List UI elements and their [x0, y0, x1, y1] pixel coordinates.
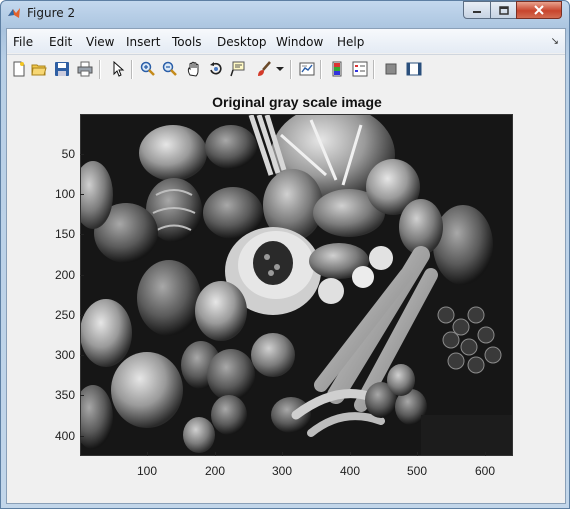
minimize-button[interactable] — [463, 1, 491, 19]
menu-edit[interactable]: Edit — [49, 35, 72, 49]
y-tick-label: 350 — [54, 388, 75, 402]
x-tick-label: 600 — [474, 464, 496, 478]
show-plot-tools-icon — [406, 62, 422, 76]
menu-view[interactable]: View — [86, 35, 114, 49]
figure-client-area: File Edit View Insert Tools Desktop Wind… — [6, 28, 566, 504]
new-figure-icon — [13, 61, 25, 77]
y-tick-label: 300 — [54, 348, 75, 362]
brush-icon — [258, 61, 271, 76]
toolbar-separator — [99, 60, 101, 79]
y-tick-label: 400 — [54, 429, 75, 443]
menu-desktop[interactable]: Desktop — [217, 35, 267, 49]
matlab-logo-icon — [8, 8, 20, 18]
y-tickmark — [80, 436, 84, 437]
image-axes[interactable] — [80, 114, 513, 456]
rotate-3d-icon — [210, 62, 222, 75]
x-tickmark — [147, 452, 148, 456]
menu-file[interactable]: File — [13, 35, 33, 49]
x-tickmark — [350, 452, 351, 456]
zoom-in-icon — [140, 61, 155, 76]
y-tickmark — [80, 234, 84, 235]
open-file-button[interactable] — [29, 59, 49, 79]
x-tick-label: 200 — [204, 464, 226, 478]
save-icon — [55, 62, 69, 76]
brush-button[interactable] — [254, 59, 274, 79]
menu-overflow-icon[interactable]: ↘ — [551, 36, 559, 47]
show-plot-tools-button[interactable] — [404, 59, 424, 79]
zoom-out-button[interactable] — [160, 59, 180, 79]
data-cursor-button[interactable] — [228, 59, 248, 79]
x-tickmark — [485, 452, 486, 456]
x-tickmark — [417, 452, 418, 456]
menu-window[interactable]: Window — [276, 35, 323, 49]
toolbar-separator — [290, 60, 292, 79]
x-tick-label: 300 — [271, 464, 293, 478]
y-tickmark — [80, 275, 84, 276]
y-tickmark — [80, 154, 84, 155]
maximize-button[interactable] — [490, 1, 517, 19]
insert-colorbar-icon — [332, 61, 342, 77]
pan-button[interactable] — [184, 59, 204, 79]
maximize-icon — [498, 5, 509, 15]
figure-window: Figure 2 File Edit View Insert Tools Des… — [0, 0, 570, 509]
y-tick-label: 100 — [54, 187, 75, 201]
x-tickmark — [282, 452, 283, 456]
insert-colorbar-button[interactable] — [327, 59, 347, 79]
link-plot-button[interactable] — [297, 59, 317, 79]
rotate-3d-button[interactable] — [206, 59, 226, 79]
menu-help[interactable]: Help — [337, 35, 364, 49]
open-file-icon — [31, 64, 47, 76]
link-plot-icon — [299, 62, 315, 76]
grayscale-fruits-vegetables-image — [81, 115, 512, 455]
close-button[interactable] — [516, 1, 562, 19]
y-tick-label: 150 — [54, 227, 75, 241]
data-cursor-icon — [230, 61, 245, 77]
toolbar-separator — [320, 60, 322, 79]
brush-dropdown-button[interactable] — [274, 59, 286, 79]
figure-canvas: Original gray scale image 50 100 150 200… — [7, 84, 565, 503]
new-figure-button[interactable] — [9, 59, 29, 79]
y-tickmark — [80, 355, 84, 356]
x-tick-label: 500 — [406, 464, 428, 478]
menu-tools[interactable]: Tools — [172, 35, 202, 49]
insert-legend-button[interactable] — [350, 59, 370, 79]
window-title: Figure 2 — [27, 6, 76, 20]
y-tick-label: 50 — [61, 147, 75, 161]
figure-toolbar — [7, 54, 565, 85]
y-tickmark — [80, 395, 84, 396]
print-button[interactable] — [75, 59, 95, 79]
menu-insert[interactable]: Insert — [126, 35, 160, 49]
hide-plot-tools-icon — [385, 63, 397, 75]
pan-icon — [187, 61, 199, 77]
hide-plot-tools-button[interactable] — [381, 59, 401, 79]
dropdown-arrow-icon — [276, 67, 284, 71]
y-tickmark — [80, 315, 84, 316]
toolbar-separator — [373, 60, 375, 79]
insert-legend-icon — [352, 61, 368, 77]
edit-plot-button[interactable] — [107, 59, 127, 79]
minimize-icon — [473, 11, 481, 13]
y-tickmark — [80, 194, 84, 195]
zoom-out-icon — [162, 61, 177, 76]
pointer-icon — [113, 61, 125, 77]
x-tickmark — [215, 452, 216, 456]
menu-bar: File Edit View Insert Tools Desktop Wind… — [7, 29, 565, 53]
x-tick-label: 100 — [136, 464, 158, 478]
title-bar[interactable]: Figure 2 — [1, 1, 569, 27]
plot-title: Original gray scale image — [212, 94, 382, 110]
close-icon — [534, 5, 544, 15]
print-icon — [77, 61, 93, 77]
zoom-in-button[interactable] — [138, 59, 158, 79]
y-tick-label: 200 — [54, 268, 75, 282]
y-tick-label: 250 — [54, 308, 75, 322]
toolbar-separator — [131, 60, 133, 79]
x-tick-label: 400 — [339, 464, 361, 478]
save-button[interactable] — [52, 59, 72, 79]
